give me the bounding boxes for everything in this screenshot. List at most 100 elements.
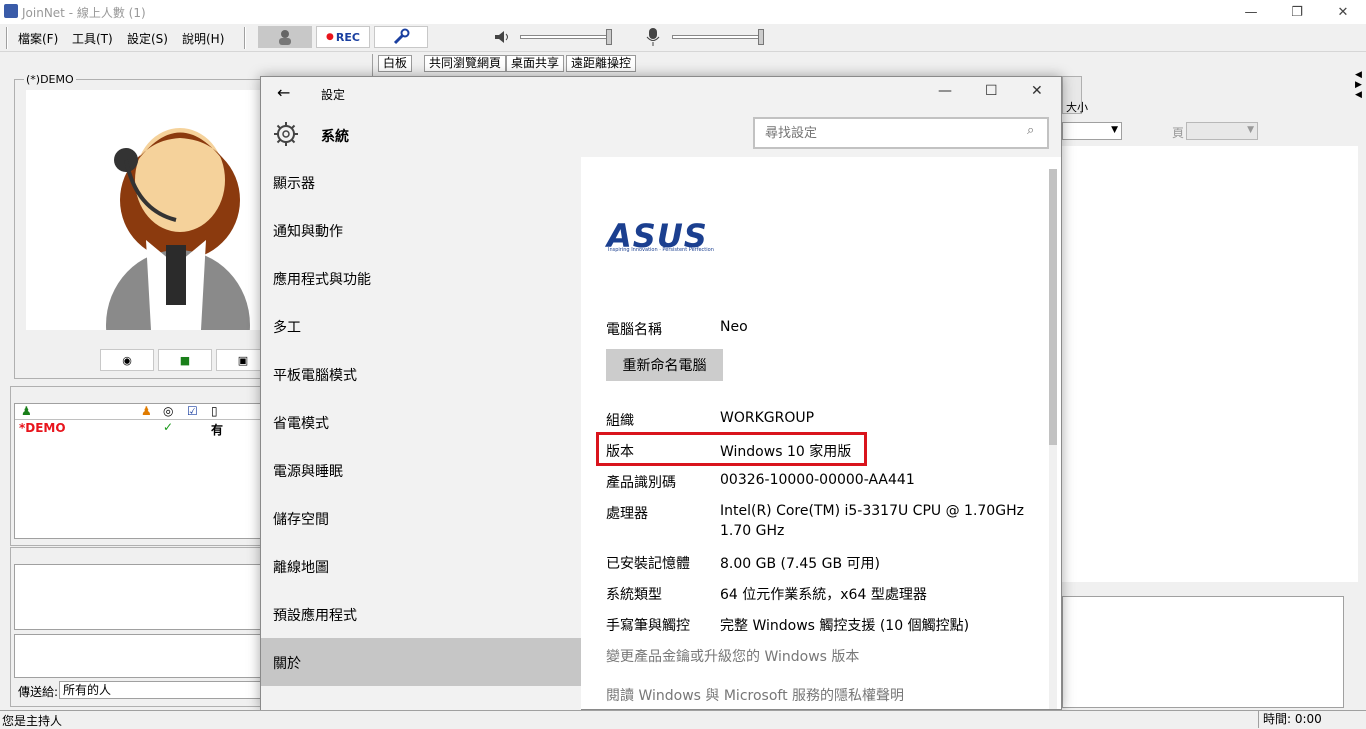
menu-tools[interactable]: 工具(T) bbox=[68, 28, 117, 49]
table-row[interactable]: *DEMO ✓ 有 bbox=[15, 420, 265, 437]
rename-pc-button[interactable]: 重新命名電腦 bbox=[606, 349, 723, 381]
share-video-button[interactable]: ■ bbox=[158, 349, 212, 371]
scrollbar-thumb[interactable] bbox=[1049, 169, 1057, 445]
webcam-icon: ◉ bbox=[122, 353, 132, 367]
menubar-grip bbox=[6, 27, 8, 49]
app-title: JoinNet - 線上人數 (1) bbox=[22, 6, 146, 20]
change-product-key-link[interactable]: 變更產品金鑰或升級您的 Windows 版本 bbox=[606, 646, 859, 666]
video-owner-label: (*)DEMO bbox=[24, 73, 76, 86]
edition-label: 版本 bbox=[606, 444, 634, 460]
system-type-label: 系統類型 bbox=[606, 587, 662, 603]
asus-tagline: Inspiring Innovation · Persistent Perfec… bbox=[608, 247, 714, 253]
nav-multitasking[interactable]: 多工 bbox=[273, 317, 301, 337]
nav-tablet-mode[interactable]: 平板電腦模式 bbox=[273, 365, 357, 385]
settings-window: ← 設定 系統 顯示器 通知與動作 應用程式與功能 多工 平板電腦模式 省電模式… bbox=[260, 76, 1062, 711]
person-icon bbox=[279, 30, 291, 45]
minimize-icon[interactable]: — bbox=[1228, 0, 1274, 24]
menu-settings[interactable]: 設定(S) bbox=[123, 28, 172, 49]
video-user-icon: ■ bbox=[179, 353, 191, 367]
nav-about-selected[interactable]: 關於 bbox=[261, 638, 581, 686]
participant-name-col-icon[interactable]: ♟ bbox=[21, 404, 32, 418]
tab-cobrowse[interactable]: 共同瀏覽網頁 bbox=[424, 55, 507, 72]
nav-storage[interactable]: 儲存空間 bbox=[273, 509, 329, 529]
product-id-value: 00326-10000-00000-AA441 bbox=[720, 472, 915, 488]
privacy-statement-link[interactable]: 閱讀 Windows 與 Microsoft 服務的隱私權聲明 bbox=[606, 685, 904, 705]
tab-remote-control[interactable]: 遠距離操控 bbox=[566, 55, 637, 72]
checkmark-icon: ✓ bbox=[163, 420, 174, 434]
page-select[interactable]: ▼ bbox=[1186, 122, 1258, 140]
tab-desktop-share[interactable]: 桌面共享 bbox=[506, 55, 565, 72]
status-time: 時間: 0:00 bbox=[1258, 711, 1366, 728]
close-icon[interactable]: ✕ bbox=[1320, 0, 1366, 24]
participant-list-header: ♟ ♟ ◎ ☑ ▯ bbox=[15, 404, 265, 420]
mic-volume-thumb[interactable] bbox=[758, 29, 764, 45]
nav-offline-maps[interactable]: 離線地圖 bbox=[273, 557, 329, 577]
camera-view-button[interactable]: ◉ bbox=[100, 349, 154, 371]
participant-has-doc: 有 bbox=[211, 423, 224, 437]
maximize-icon[interactable]: ☐ bbox=[985, 83, 998, 99]
nav-apps-features[interactable]: 應用程式與功能 bbox=[273, 269, 371, 289]
chat-history bbox=[14, 564, 266, 630]
webcam-col-icon[interactable]: ◎ bbox=[163, 404, 173, 418]
participant-list: ♟ ♟ ◎ ☑ ▯ *DEMO ✓ 有 bbox=[14, 403, 266, 539]
product-id-label: 產品識別碼 bbox=[606, 475, 676, 491]
presenter-button[interactable] bbox=[258, 26, 312, 48]
mic-volume-track[interactable] bbox=[672, 35, 764, 39]
nav-default-apps[interactable]: 預設應用程式 bbox=[273, 605, 357, 625]
projector-icon: ▣ bbox=[237, 353, 249, 367]
scrollbar[interactable] bbox=[1049, 169, 1057, 709]
size-select[interactable]: ▼ bbox=[1062, 122, 1122, 140]
menu-file[interactable]: 檔案(F) bbox=[14, 28, 62, 49]
page-label: 頁 bbox=[1172, 126, 1185, 140]
chat-input[interactable] bbox=[14, 634, 266, 678]
tab-whiteboard[interactable]: 白板 bbox=[378, 55, 413, 72]
vote-col-icon[interactable]: ☑ bbox=[187, 404, 198, 418]
speaker-icon[interactable] bbox=[493, 28, 511, 46]
minimize-icon[interactable]: — bbox=[938, 83, 952, 99]
nav-display[interactable]: 顯示器 bbox=[273, 173, 315, 193]
whiteboard-notes bbox=[1062, 596, 1344, 708]
pc-name-label: 電腦名稱 bbox=[606, 322, 662, 338]
host-col-icon[interactable]: ♟ bbox=[141, 404, 152, 418]
nav-notifications[interactable]: 通知與動作 bbox=[273, 221, 343, 241]
send-to-select[interactable]: 所有的人 bbox=[59, 681, 266, 699]
section-title: 系統 bbox=[321, 129, 349, 145]
toolbar-separator bbox=[244, 27, 246, 49]
processor-speed-value: 1.70 GHz bbox=[720, 523, 785, 539]
restore-icon[interactable]: ❐ bbox=[1274, 0, 1320, 24]
side-arrows-icon[interactable]: ◀ ▶ ◀ bbox=[1355, 70, 1366, 100]
speaker-volume-track[interactable] bbox=[520, 35, 612, 39]
send-to-label: 傳送給: bbox=[18, 685, 59, 699]
document-col-icon[interactable]: ▯ bbox=[211, 404, 218, 418]
system-type-value: 64 位元作業系統，x64 型處理器 bbox=[720, 587, 927, 603]
record-label: REC bbox=[335, 30, 360, 44]
status-role: 您是主持人 bbox=[2, 714, 63, 728]
close-icon[interactable]: ✕ bbox=[1031, 83, 1043, 99]
nav-about: 關於 bbox=[273, 656, 301, 672]
search-icon: ⌕ bbox=[1027, 123, 1035, 138]
settings-title: 設定 bbox=[321, 88, 346, 102]
statusbar: 您是主持人 時間: 0:00 bbox=[0, 710, 1366, 728]
processor-label: 處理器 bbox=[606, 506, 648, 522]
nav-battery-saver[interactable]: 省電模式 bbox=[273, 413, 329, 433]
microphone-icon[interactable] bbox=[645, 27, 661, 47]
nav-power-sleep[interactable]: 電源與睡眠 bbox=[273, 461, 343, 481]
pen-touch-label: 手寫筆與觸控 bbox=[606, 618, 690, 634]
record-dot-icon: ● bbox=[326, 32, 334, 42]
video-area bbox=[26, 90, 266, 400]
speaker-volume-thumb[interactable] bbox=[606, 29, 612, 45]
search-settings-input[interactable] bbox=[753, 117, 1049, 149]
app-titlebar: JoinNet - 線上人數 (1) — ❐ ✕ bbox=[0, 0, 1366, 24]
back-arrow-icon[interactable]: ← bbox=[277, 83, 290, 102]
memory-label: 已安裝記憶體 bbox=[606, 556, 690, 572]
settings-sidebar: ← 設定 系統 顯示器 通知與動作 應用程式與功能 多工 平板電腦模式 省電模式… bbox=[261, 77, 581, 711]
whiteboard-canvas[interactable] bbox=[1062, 146, 1358, 582]
participant-name: *DEMO bbox=[19, 421, 66, 435]
org-label: 組織 bbox=[606, 413, 634, 429]
wrench-icon bbox=[393, 28, 410, 45]
menu-help[interactable]: 說明(H) bbox=[178, 28, 228, 49]
tools-button[interactable] bbox=[374, 26, 428, 48]
record-button[interactable]: ● REC bbox=[316, 26, 370, 48]
edition-value: Windows 10 家用版 bbox=[720, 444, 852, 460]
memory-value: 8.00 GB (7.45 GB 可用) bbox=[720, 556, 880, 572]
